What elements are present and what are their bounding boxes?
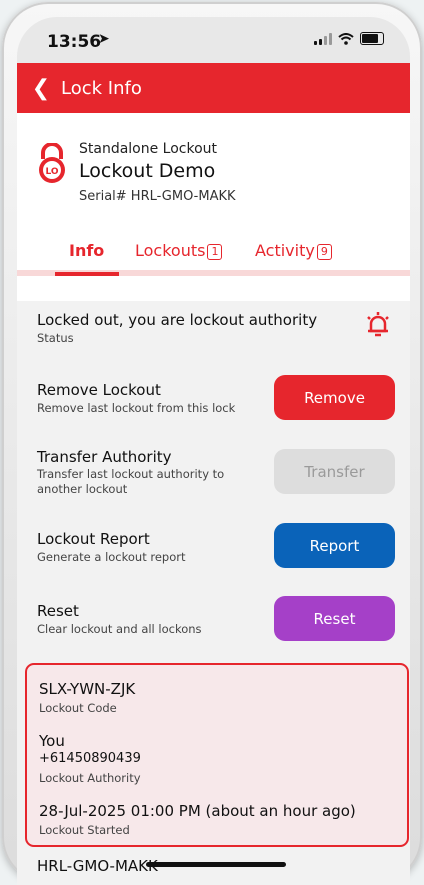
authority-name: You xyxy=(39,732,65,750)
battery-icon xyxy=(360,32,384,45)
authority-label: Lockout Authority xyxy=(39,771,141,785)
tab-bar: Info Lockouts 1 Activity 9 xyxy=(17,233,410,276)
remove-title: Remove Lockout xyxy=(37,381,161,399)
lockout-details-card: SLX-YWN-ZJK Lockout Code You +6145089043… xyxy=(25,663,409,847)
tab-lockouts-count: 1 xyxy=(207,244,223,260)
tab-info[interactable]: Info xyxy=(69,241,104,260)
status-title: Locked out, you are lockout authority xyxy=(37,311,318,329)
padlock-icon: LO xyxy=(39,143,65,183)
next-item-partial: HRL-GMO-MAKK xyxy=(37,857,158,875)
transfer-authority-row: Transfer Authority Transfer last lockout… xyxy=(17,445,410,501)
signal-icon xyxy=(314,32,332,45)
remove-subtitle: Remove last lockout from this lock xyxy=(37,401,236,415)
location-arrow-icon: ➤ xyxy=(98,31,110,47)
lockout-report-row: Lockout Report Generate a lockout report… xyxy=(17,522,410,572)
active-tab-indicator xyxy=(55,272,119,276)
transfer-title: Transfer Authority xyxy=(37,448,172,466)
chevron-left-icon: ❮ xyxy=(31,75,51,101)
lock-header: LO Standalone Lockout Lockout Demo Seria… xyxy=(17,113,410,301)
reset-subtitle: Clear lockout and all lockons xyxy=(37,622,202,636)
reset-button[interactable]: Reset xyxy=(274,596,395,641)
report-title: Lockout Report xyxy=(37,530,150,548)
reset-title: Reset xyxy=(37,602,79,620)
back-label: Lock Info xyxy=(61,77,142,99)
lockout-code-label: Lockout Code xyxy=(39,701,117,715)
transfer-button[interactable]: Transfer xyxy=(274,449,395,494)
tab-info-label: Info xyxy=(69,241,105,260)
tab-activity-count: 9 xyxy=(316,244,332,260)
lock-type: Standalone Lockout xyxy=(79,141,218,157)
lockout-started-label: Lockout Started xyxy=(39,823,130,837)
app-screen: 13:56 ➤ ❮ Lock Info LO Standalone Lockou… xyxy=(17,17,410,885)
tab-activity-label: Activity xyxy=(255,241,315,260)
reset-row: Reset Clear lockout and all lockons Rese… xyxy=(17,596,410,646)
tab-lockouts[interactable]: Lockouts 1 xyxy=(135,241,223,260)
remove-lockout-row: Remove Lockout Remove last lockout from … xyxy=(17,373,410,423)
report-button[interactable]: Report xyxy=(274,523,395,568)
lockout-code-value: SLX-YWN-ZJK xyxy=(39,680,136,698)
authority-phone: +61450890439 xyxy=(39,751,141,766)
report-subtitle: Generate a lockout report xyxy=(37,550,186,564)
status-icons xyxy=(314,32,384,45)
alarm-bell-icon xyxy=(367,312,389,337)
lockout-started-value: 28-Jul-2025 01:00 PM (about an hour ago) xyxy=(39,802,356,820)
lock-serial: Serial# HRL-GMO-MAKK xyxy=(79,189,236,204)
tab-activity[interactable]: Activity 9 xyxy=(255,241,332,260)
remove-button[interactable]: Remove xyxy=(274,375,395,420)
status-time: 13:56 xyxy=(47,32,102,52)
status-row: Locked out, you are lockout authority St… xyxy=(17,293,410,353)
status-subtitle: Status xyxy=(37,331,74,345)
status-bar: 13:56 ➤ xyxy=(17,17,410,63)
lock-icon-text: LO xyxy=(45,167,58,177)
transfer-subtitle: Transfer last lockout authority to anoth… xyxy=(37,467,225,496)
home-indicator[interactable] xyxy=(146,862,286,867)
back-button[interactable]: ❮ Lock Info xyxy=(17,76,142,101)
lock-name: Lockout Demo xyxy=(79,160,216,182)
wifi-icon xyxy=(338,32,354,45)
tab-lockouts-label: Lockouts xyxy=(135,241,206,260)
top-nav-bar: ❮ Lock Info xyxy=(17,63,410,113)
